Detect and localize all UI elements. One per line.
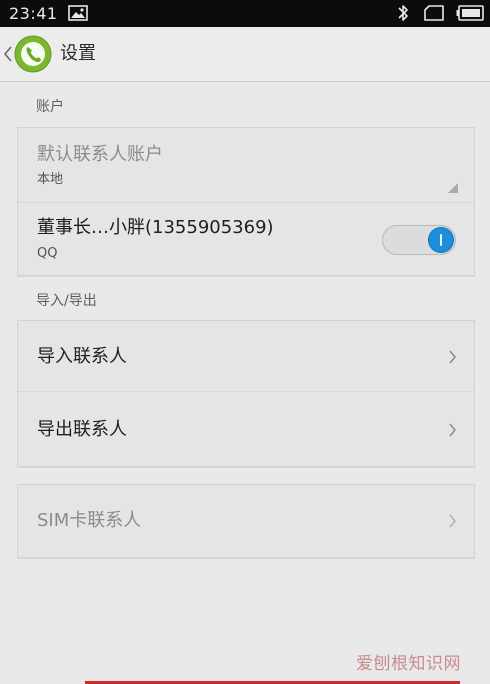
status-time: 23:41 <box>9 4 58 23</box>
qq-account-type: QQ <box>37 246 58 261</box>
qq-sync-toggle[interactable] <box>382 225 456 255</box>
import-contacts-row[interactable]: 导入联系人 <box>18 321 474 392</box>
site-watermark: 爱刨根知识网 <box>356 654 461 674</box>
battery-icon <box>456 5 484 21</box>
chevron-right-icon <box>449 423 456 437</box>
status-bar: 23:41 <box>0 0 490 27</box>
chevron-right-icon <box>449 350 456 364</box>
default-account-value: 本地 <box>37 172 64 187</box>
page-title: 设置 <box>60 43 96 64</box>
import-contacts-label: 导入联系人 <box>37 346 127 367</box>
chevron-right-icon <box>449 514 456 528</box>
phone-app-logo-icon[interactable] <box>14 35 52 73</box>
section-header-import-export: 导入/导出 <box>36 293 97 309</box>
import-export-card: 导入联系人 导出联系人 <box>17 320 475 467</box>
sim-contacts-row[interactable]: SIM卡联系人 <box>18 485 474 557</box>
section-header-account: 账户 <box>36 99 64 115</box>
bluetooth-icon <box>398 5 408 21</box>
sim-card: SIM卡联系人 <box>17 484 475 558</box>
export-contacts-row[interactable]: 导出联系人 <box>18 392 474 466</box>
sim-contacts-label: SIM卡联系人 <box>37 510 142 531</box>
gallery-notification-icon <box>68 5 88 21</box>
dropdown-corner-icon <box>448 183 458 193</box>
default-account-row[interactable]: 默认联系人账户 本地 <box>18 128 474 203</box>
back-chevron-icon[interactable] <box>3 45 13 63</box>
qq-account-row[interactable]: 董事长…小胖(1355905369) QQ <box>18 203 474 275</box>
default-account-title: 默认联系人账户 <box>37 144 163 165</box>
account-card: 默认联系人账户 本地 董事长…小胖(1355905369) QQ <box>17 127 475 276</box>
app-bar: 设置 <box>0 27 490 82</box>
toggle-knob <box>429 228 453 252</box>
export-contacts-label: 导出联系人 <box>37 419 127 440</box>
sim-card-icon <box>424 5 444 21</box>
qq-account-title: 董事长…小胖(1355905369) <box>37 217 274 238</box>
